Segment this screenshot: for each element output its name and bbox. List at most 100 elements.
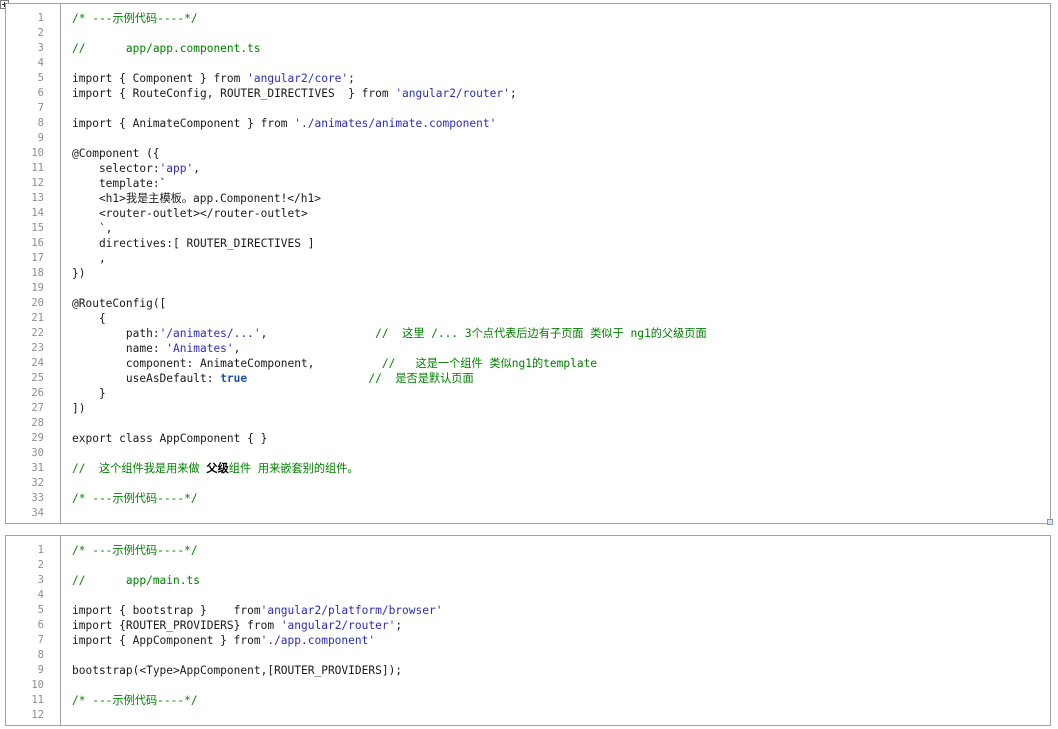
code-token: }: [72, 387, 106, 400]
line-number: 3: [37, 42, 44, 54]
code-token: selector:: [72, 162, 160, 175]
code-token: import { Component } from: [72, 72, 248, 85]
line-number: 28: [31, 417, 44, 429]
code-line: 19: [6, 281, 1050, 296]
code-token: 'angular2/core': [247, 72, 349, 85]
line-number: 34: [31, 507, 44, 519]
line-number: 10: [31, 147, 44, 159]
code-text: import {ROUTER_PROVIDERS} from 'angular2…: [72, 618, 402, 633]
code-line: 18}): [6, 266, 1050, 281]
code-text: <h1>我是主模板。app.Component!</h1>: [72, 191, 321, 206]
line-number: 23: [31, 342, 44, 354]
code-text: /* ---示例代码----*/: [72, 491, 198, 506]
line-number: 21: [31, 312, 44, 324]
code-token: /* ---示例代码----*/: [72, 694, 198, 707]
code-token: template:`: [72, 177, 167, 190]
code-token: // app/main.ts: [72, 574, 200, 587]
code-token: <router-outlet></router-outlet>: [72, 207, 308, 220]
line-number: 19: [31, 282, 44, 294]
code-text: path:'/animates/...', // 这里 /... 3个点代表后边…: [72, 326, 707, 341]
code-token: ,: [233, 342, 241, 355]
code-token: '/animates/...': [159, 327, 261, 340]
code-line: 1 /* ---示例代码----*/: [6, 543, 1050, 558]
code-text: import { RouteConfig, ROUTER_DIRECTIVES …: [72, 86, 517, 101]
line-number: 13: [31, 192, 44, 204]
code-text: bootstrap(<Type>AppComponent,[ROUTER_PRO…: [72, 663, 402, 678]
code-line: 6 import {ROUTER_PROVIDERS} from 'angular…: [6, 618, 1050, 633]
code-token: ,: [193, 162, 200, 175]
code-token: import { AppComponent } from: [72, 634, 261, 647]
code-line: 6 import { RouteConfig, ROUTER_DIRECTIVES…: [6, 86, 1050, 101]
code-token: bootstrap(<Type>AppComponent,[ROUTER_PRO…: [72, 664, 403, 677]
code-text: // app/app.component.ts: [72, 41, 261, 56]
code-line: 22 path:'/animates/...', // 这里 /... 3个点代…: [6, 326, 1050, 341]
code-token: @RouteConfig([: [72, 297, 167, 310]
code-text: // 这个组件我是用来做 父级组件 用来嵌套别的组件。: [72, 461, 359, 476]
line-number: 17: [31, 252, 44, 264]
code-token: useAsDefault:: [72, 372, 221, 385]
code-line: 11 selector:'app',: [6, 161, 1050, 176]
code-token: // 这是一个组件 类似ng1的template: [381, 357, 598, 370]
code-token: ;: [395, 619, 403, 632]
code-token: // 这里 /... 3个点代表后边有子页面 类似于 ng1的父级页面: [375, 327, 707, 340]
code-token: component: AnimateComponent,: [72, 357, 382, 370]
line-number: 11: [31, 694, 44, 706]
code-line: 12: [6, 708, 1050, 723]
code-line: 12 template:`: [6, 176, 1050, 191]
code-line: 21 {: [6, 311, 1050, 326]
line-number: 29: [31, 432, 44, 444]
code-text: import { AppComponent } from'./app.compo…: [72, 633, 375, 648]
line-number: 33: [31, 492, 44, 504]
code-text: @Component ({: [72, 146, 160, 161]
line-number: 27: [31, 402, 44, 414]
code-line: 7 import { AppComponent } from'./app.comp…: [6, 633, 1050, 648]
code-text: }): [72, 266, 85, 281]
code-line: 17 ,: [6, 251, 1050, 266]
line-number: 6: [37, 87, 44, 99]
code-line: 11 /* ---示例代码----*/: [6, 693, 1050, 708]
line-number: 2: [37, 559, 44, 571]
line-number: 8: [37, 117, 44, 129]
code-line: 3 // app/app.component.ts: [6, 41, 1050, 56]
code-token: /* ---示例代码----*/: [72, 12, 198, 25]
resize-handle-icon[interactable]: [1047, 519, 1053, 525]
code-token: import {ROUTER_PROVIDERS} from: [72, 619, 281, 632]
code-line: 16 directives:[ ROUTER_DIRECTIVES ]: [6, 236, 1050, 251]
code-text: ]): [72, 401, 85, 416]
line-number: 12: [31, 709, 44, 721]
code-line: 10: [6, 678, 1050, 693]
code-block-main: 1 /* ---示例代码----*/ 2 3 // app/main.ts 4 5 impor…: [5, 535, 1051, 726]
code-token: // app/app.component.ts: [72, 42, 261, 55]
code-line: 9 bootstrap(<Type>AppComponent,[ROUTER_PR…: [6, 663, 1050, 678]
line-number: 22: [31, 327, 44, 339]
code-line: 26 }: [6, 386, 1050, 401]
code-line: 9: [6, 131, 1050, 146]
code-text: directives:[ ROUTER_DIRECTIVES ]: [72, 236, 315, 251]
code-text: import { bootstrap } from'angular2/platf…: [72, 603, 442, 618]
code-token: true: [220, 372, 248, 385]
code-line: 31 // 这个组件我是用来做 父级组件 用来嵌套别的组件。: [6, 461, 1050, 476]
code-text: {: [72, 311, 106, 326]
code-token: ,: [72, 252, 106, 265]
code-line: 30: [6, 446, 1050, 461]
code-line: 23 name: 'Animates',: [6, 341, 1050, 356]
line-number: 6: [37, 619, 44, 631]
code-line: 27]): [6, 401, 1050, 416]
code-line: 7: [6, 101, 1050, 116]
code-token: import { RouteConfig, ROUTER_DIRECTIVES …: [72, 87, 396, 100]
code-text: useAsDefault: true // 是否是默认页面: [72, 371, 474, 386]
code-text: /* ---示例代码----*/: [72, 543, 198, 558]
code-token: 'app': [159, 162, 194, 175]
code-token: 'angular2/platform/browser': [260, 604, 443, 617]
code-line: 5 import { Component } from 'angular2/cor…: [6, 71, 1050, 86]
line-number: 10: [31, 679, 44, 691]
code-token: 'Animates': [166, 342, 234, 355]
code-line: 8 import { AnimateComponent } from './ani…: [6, 116, 1050, 131]
code-token: ;: [509, 87, 517, 100]
code-line: 20 @RouteConfig([: [6, 296, 1050, 311]
line-number: 1: [37, 544, 44, 556]
code-token: 'angular2/router': [395, 87, 510, 100]
line-number: 31: [31, 462, 44, 474]
code-token: directives:[ ROUTER_DIRECTIVES ]: [72, 237, 315, 250]
